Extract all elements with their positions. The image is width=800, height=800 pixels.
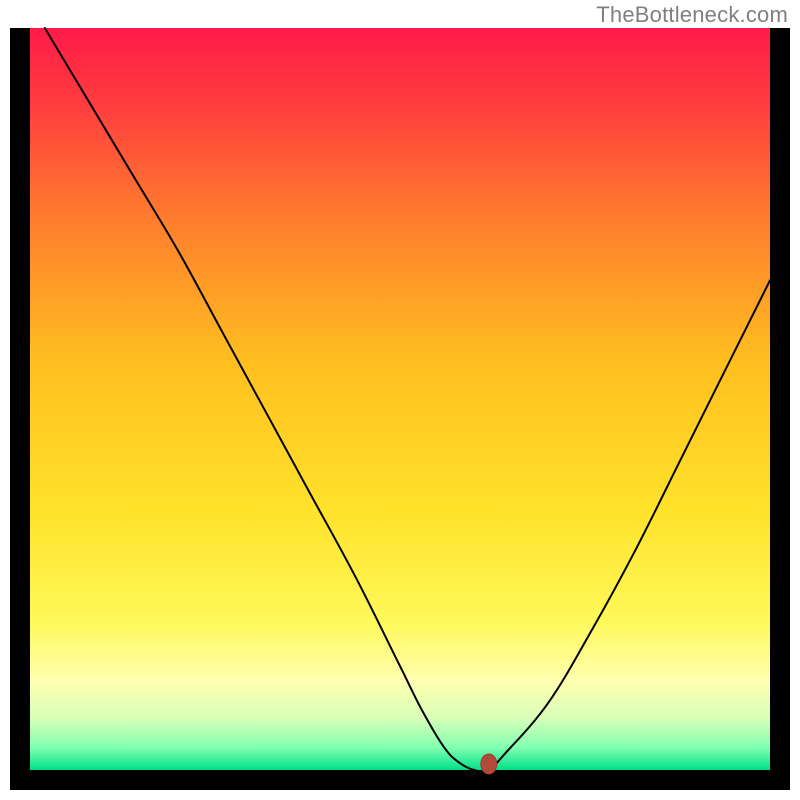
credit-label: TheBottleneck.com [596, 2, 788, 28]
current-config-marker [481, 754, 497, 774]
axis-bottom [10, 770, 790, 790]
chart-svg [0, 0, 800, 800]
axis-right [770, 28, 790, 770]
axis-left [10, 28, 30, 770]
plot-area [30, 28, 770, 770]
